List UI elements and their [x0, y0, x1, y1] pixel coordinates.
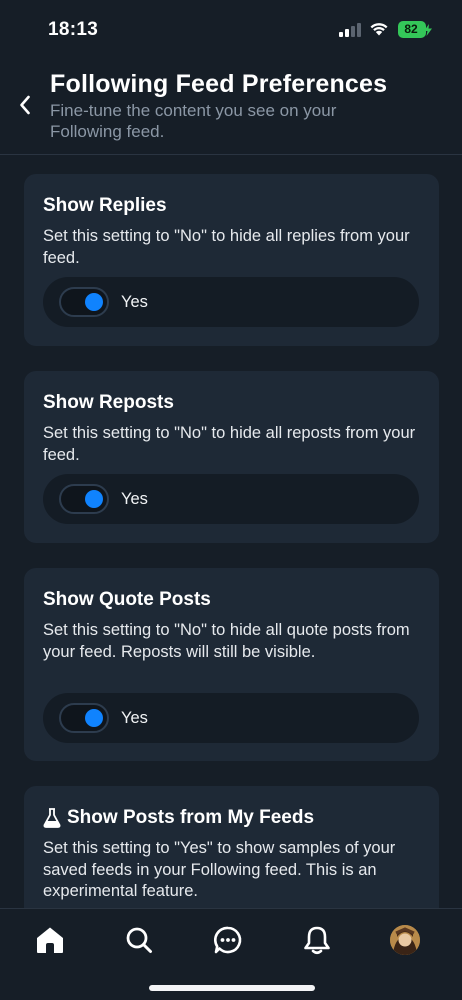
nav-profile[interactable] — [388, 923, 422, 957]
show-quote-posts-card: Show Quote Posts Set this setting to "No… — [24, 568, 439, 761]
card-title-text: Show Posts from My Feeds — [67, 807, 315, 828]
show-quote-posts-toggle[interactable]: Yes — [43, 693, 419, 743]
page-header: Following Feed Preferences Fine-tune the… — [0, 62, 462, 155]
bell-icon — [304, 926, 330, 955]
battery-indicator: 82 — [398, 21, 432, 38]
screen: 18:13 82 Following Feed Preferences Fine… — [0, 0, 462, 1000]
show-reposts-toggle[interactable]: Yes — [43, 474, 419, 524]
toggle-switch[interactable] — [59, 703, 109, 733]
chevron-left-icon — [20, 95, 30, 115]
nav-search[interactable] — [122, 923, 156, 957]
toggle-label: Yes — [121, 709, 148, 727]
card-description: Set this setting to "No" to hide all quo… — [43, 621, 410, 661]
page-subtitle: Fine-tune the content you see on your Fo… — [50, 101, 337, 141]
back-button[interactable] — [12, 90, 38, 120]
card-title: Show Posts from My Feeds — [43, 806, 420, 830]
page-title: Following Feed Preferences — [50, 70, 388, 98]
home-icon — [37, 927, 63, 953]
card-title: Show Reposts — [43, 392, 174, 413]
toggle-switch[interactable] — [59, 287, 109, 317]
card-title: Show Quote Posts — [43, 589, 211, 610]
show-replies-card: Show Replies Set this setting to "No" to… — [24, 174, 439, 346]
card-description: Set this setting to "No" to hide all rep… — [43, 424, 416, 464]
show-reposts-card: Show Reposts Set this setting to "No" to… — [24, 371, 439, 543]
toggle-knob — [85, 293, 103, 311]
toggle-knob — [85, 709, 103, 727]
show-replies-toggle[interactable]: Yes — [43, 277, 419, 327]
toggle-label: Yes — [121, 490, 148, 508]
home-indicator[interactable] — [149, 985, 315, 991]
nav-chat[interactable] — [211, 923, 245, 957]
show-posts-from-my-feeds-card: Show Posts from My Feeds Set this settin… — [24, 786, 439, 908]
card-title: Show Replies — [43, 195, 167, 216]
cellular-signal-icon — [339, 22, 363, 37]
search-icon — [126, 927, 152, 953]
toggle-knob — [85, 490, 103, 508]
wifi-icon — [370, 23, 388, 36]
nav-notifications[interactable] — [300, 923, 334, 957]
preferences-list[interactable]: Show Replies Set this setting to "No" to… — [0, 156, 462, 908]
card-description: Set this setting to "Yes" to show sample… — [43, 839, 396, 900]
toggle-switch[interactable] — [59, 484, 109, 514]
chat-icon — [214, 926, 242, 954]
bottom-nav — [0, 908, 462, 1000]
avatar — [390, 925, 420, 955]
battery-level: 82 — [404, 22, 418, 36]
flask-icon — [43, 808, 61, 828]
card-description: Set this setting to "No" to hide all rep… — [43, 227, 410, 267]
status-time: 18:13 — [48, 19, 99, 40]
charging-bolt-icon — [424, 24, 432, 36]
toggle-label: Yes — [121, 293, 148, 311]
status-bar: 18:13 82 — [0, 0, 462, 62]
nav-home[interactable] — [33, 923, 67, 957]
